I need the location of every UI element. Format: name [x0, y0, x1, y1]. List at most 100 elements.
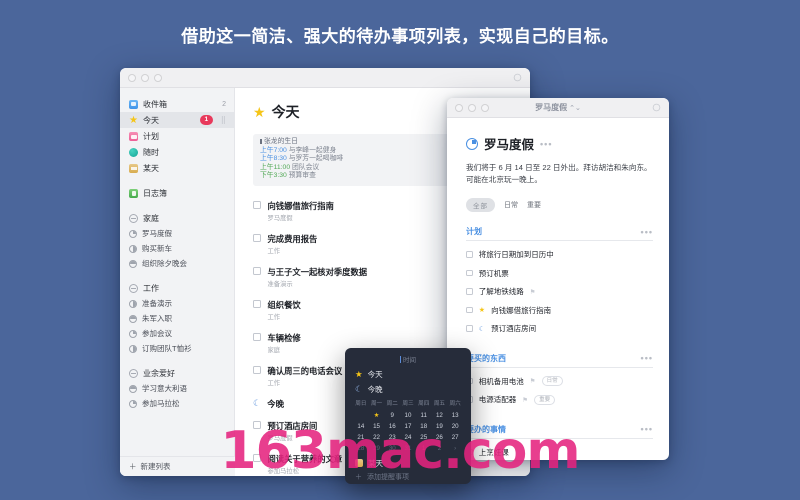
close-button[interactable]: [455, 103, 463, 112]
star-icon: ★: [355, 369, 363, 379]
detail-note[interactable]: 我们将于 6 月 14 日至 22 日外出。拜访胡洁和朱向东。可能在北京玩一晚上…: [466, 162, 653, 185]
calendar-day[interactable]: 13: [447, 410, 463, 421]
add-reminder-button[interactable]: ＋ 添加提醒事项: [353, 472, 463, 482]
share-icon[interactable]: [513, 73, 522, 82]
calendar-day[interactable]: 31: [400, 443, 416, 454]
calendar-day[interactable]: 20: [447, 421, 463, 432]
sidebar-group-hobbies[interactable]: 业余爱好: [120, 365, 234, 381]
minimize-button[interactable]: [468, 103, 476, 112]
item-checkbox[interactable]: [466, 251, 473, 258]
todo-checkbox[interactable]: [253, 366, 261, 374]
item-checkbox[interactable]: [466, 288, 473, 295]
date-search-input[interactable]: 时间: [353, 354, 463, 364]
calendar-day[interactable]: [353, 410, 369, 421]
calendar-day[interactable]: 1: [416, 443, 432, 454]
tag-chip-daily[interactable]: 日常: [504, 200, 518, 210]
share-icon[interactable]: [652, 103, 661, 112]
date-picker-popup[interactable]: 时间 ★ 今天 ☾ 今晚 周日 周一 周二 周三 周四 周五 周六 ★ 9 10…: [345, 348, 471, 484]
new-list-button[interactable]: ＋ 新建列表: [120, 456, 235, 476]
tag-chip-all[interactable]: 全部: [466, 198, 495, 212]
todo-checkbox[interactable]: [253, 234, 261, 242]
detail-item[interactable]: 将旅行日期加到日历中: [466, 249, 653, 260]
dow-label: 周一: [370, 400, 383, 407]
calendar-day[interactable]: 14: [353, 421, 369, 432]
calendar-day[interactable]: 27: [447, 432, 463, 443]
calendar-day[interactable]: 24: [400, 432, 416, 443]
calendar-day[interactable]: 15: [369, 421, 385, 432]
date-option-evening[interactable]: ☾ 今晚: [353, 384, 463, 395]
todo-checkbox[interactable]: [253, 333, 261, 341]
todo-checkbox[interactable]: [253, 300, 261, 308]
sidebar-project-presentation[interactable]: 准备演示: [120, 296, 234, 311]
close-button[interactable]: [128, 73, 136, 82]
detail-item[interactable]: 了解地铁线路 ⚑: [466, 286, 653, 297]
main-window-titlebar[interactable]: [120, 68, 530, 88]
sidebar-project-tshirts[interactable]: 订购团队T恤衫: [120, 341, 234, 356]
sidebar-item-logbook[interactable]: 日志簿: [120, 185, 234, 201]
sidebar-item-anytime[interactable]: 随时: [120, 144, 234, 160]
more-options-button[interactable]: •••: [540, 139, 552, 149]
sidebar-project-italian[interactable]: 学习意大利语: [120, 381, 234, 396]
window-controls[interactable]: [120, 73, 162, 82]
calendar-day[interactable]: 22: [369, 432, 385, 443]
calendar-day[interactable]: 26: [432, 432, 448, 443]
todo-subtitle: 工作: [267, 379, 281, 387]
sidebar-project-meeting[interactable]: 参加会议: [120, 326, 234, 341]
todo-checkbox[interactable]: [253, 201, 261, 209]
tag-chip-important[interactable]: 重要: [527, 200, 541, 210]
item-checkbox[interactable]: [466, 269, 473, 277]
zoom-button[interactable]: [481, 103, 489, 112]
detail-item[interactable]: ☾ 预订酒店房间: [466, 323, 653, 334]
section-more-button[interactable]: •••: [641, 353, 653, 363]
sidebar-project-onboarding[interactable]: 朱军入职: [120, 311, 234, 326]
calendar-day[interactable]: 17: [400, 421, 416, 432]
sidebar-group-work[interactable]: 工作: [120, 280, 234, 296]
section-more-button[interactable]: •••: [641, 424, 653, 434]
detail-item[interactable]: 相机备用电池 ⚑ 日常: [466, 376, 653, 387]
calendar-day[interactable]: 23: [384, 432, 400, 443]
calendar-day[interactable]: 2: [432, 443, 448, 454]
drag-handle-icon[interactable]: ⣿: [221, 115, 226, 126]
calendar-day[interactable]: 12: [432, 410, 448, 421]
minimize-button[interactable]: [141, 73, 149, 82]
item-checkbox[interactable]: [466, 306, 473, 314]
calendar-day[interactable]: 9: [384, 410, 400, 421]
date-option-today[interactable]: ★ 今天: [353, 369, 463, 380]
todo-checkbox[interactable]: [253, 267, 261, 275]
calendar-day-today[interactable]: ★: [369, 410, 385, 421]
detail-window-titlebar[interactable]: 罗马度假 ⌃⌄: [447, 98, 669, 118]
detail-item[interactable]: 电源适配器 ⚑ 重要: [466, 394, 653, 405]
calendar-day[interactable]: 19: [432, 421, 448, 432]
todo-checkbox[interactable]: [253, 454, 261, 462]
item-checkbox[interactable]: [466, 325, 473, 332]
date-option-someday[interactable]: 某天: [353, 458, 463, 469]
calendar-day[interactable]: 21: [353, 432, 369, 443]
sidebar-item-inbox[interactable]: 收件箱 2: [120, 96, 234, 112]
sidebar-project-rome[interactable]: 罗马度假: [120, 226, 234, 241]
progress-pie-icon: [129, 229, 137, 238]
sidebar-item-someday[interactable]: 某天: [120, 160, 234, 176]
sidebar-group-home[interactable]: 家庭: [120, 210, 234, 226]
detail-item[interactable]: 预订机票: [466, 268, 653, 279]
zoom-button[interactable]: [154, 73, 162, 82]
calendar-day[interactable]: 18: [416, 421, 432, 432]
calendar-day[interactable]: 28: [353, 443, 369, 454]
calendar-day[interactable]: 29: [369, 443, 385, 454]
calendar-grid[interactable]: 周日 周一 周二 周三 周四 周五 周六 ★ 9 10 11 12 13 14 …: [353, 399, 463, 454]
sidebar-item-upcoming[interactable]: 计划: [120, 128, 234, 144]
calendar-day[interactable]: 16: [384, 421, 400, 432]
calendar-next-month-button[interactable]: ›: [447, 443, 463, 454]
detail-item[interactable]: ★ 向钱娜借旅行指南: [466, 305, 653, 316]
calendar-day[interactable]: 25: [416, 432, 432, 443]
sidebar-item-today[interactable]: ★ 今天 1 ⣿: [120, 112, 234, 128]
window-controls[interactable]: [447, 103, 489, 112]
calendar-day[interactable]: 11: [416, 410, 432, 421]
todo-checkbox[interactable]: [253, 421, 261, 429]
calendar-day[interactable]: 10: [400, 410, 416, 421]
sidebar-project-marathon[interactable]: 参加马拉松: [120, 396, 234, 411]
detail-item[interactable]: 上烹饪课: [466, 447, 653, 458]
calendar-day[interactable]: 30: [384, 443, 400, 454]
sidebar-project-car[interactable]: 购买新车: [120, 241, 234, 256]
sidebar-project-nye[interactable]: 组织除夕晚会: [120, 256, 234, 271]
section-more-button[interactable]: •••: [641, 227, 653, 237]
